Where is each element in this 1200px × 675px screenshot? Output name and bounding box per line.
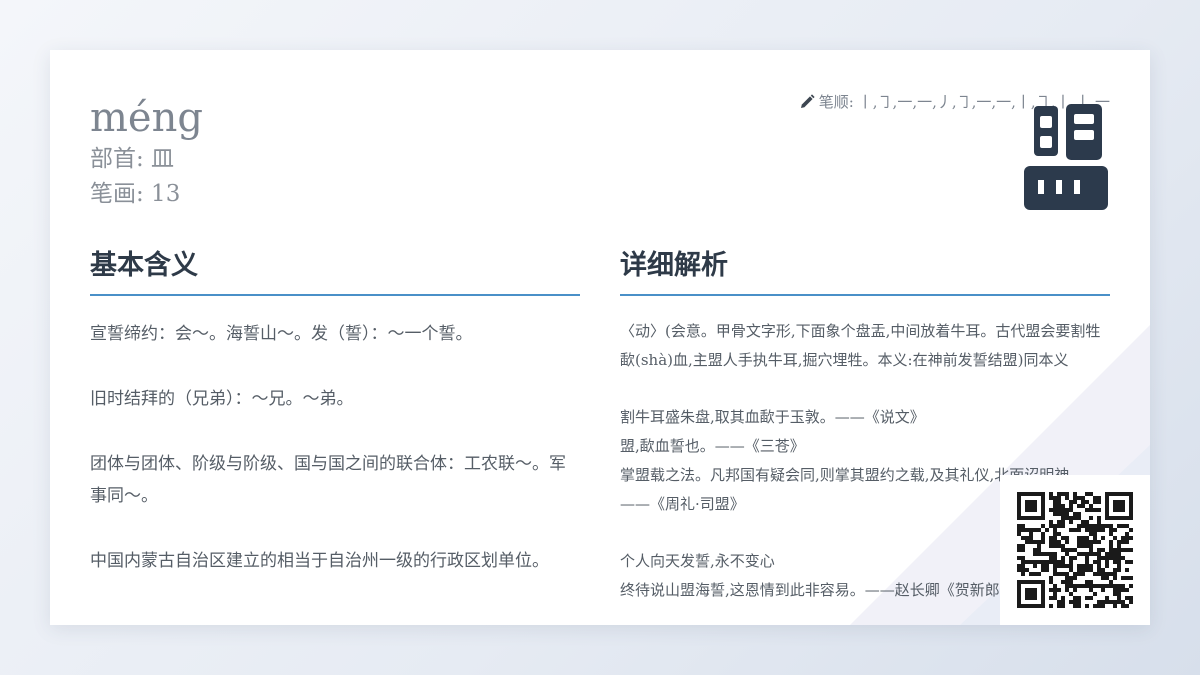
- meaning-item: 宣誓缔约：会～。海誓山～。发（誓）：～一个誓。: [90, 324, 473, 344]
- qr-code[interactable]: [1000, 475, 1150, 625]
- character-card: méng 部首: 皿 笔画: 13 笔顺: 丨,㇆,一,一,丿,㇆,一,一,丨,…: [50, 50, 1150, 625]
- pencil-icon: [800, 93, 815, 108]
- radical-info: 部首: 皿: [90, 146, 175, 172]
- basic-meaning-list: 宣誓缔约：会～。海誓山～。发（誓）：～一个誓。 旧时结拜的（兄弟）：～兄。～弟。…: [90, 318, 580, 577]
- detail-line: 割牛耳盛朱盘,取其血歃于玉敦。——《说文》: [620, 408, 925, 426]
- detailed-analysis-title: 详细解析: [620, 246, 1110, 296]
- stroke-count: 笔画: 13: [90, 181, 181, 207]
- character-header: méng 部首: 皿 笔画: 13: [90, 94, 203, 212]
- detail-line: 〈动〉(会意。甲骨文字形,下面象个盘盂,中间放着牛耳。古代盟会要割牲歃(shà)…: [620, 322, 1101, 369]
- character-glyph: [1024, 104, 1108, 210]
- meaning-item: 旧时结拜的（兄弟）：～兄。～弟。: [90, 389, 354, 409]
- meaning-item: 中国内蒙古自治区建立的相当于自治州一级的行政区划单位。: [90, 551, 549, 571]
- basic-meaning-section: 基本含义 宣誓缔约：会～。海誓山～。发（誓）：～一个誓。 旧时结拜的（兄弟）：～…: [90, 246, 580, 610]
- meaning-item: 团体与团体、阶级与阶级、国与国之间的联合体：工农联～。军事同～。: [90, 454, 566, 506]
- detail-line: 盟,歃血誓也。——《三苍》: [620, 437, 805, 455]
- detail-paragraph: 〈动〉(会意。甲骨文字形,下面象个盘盂,中间放着牛耳。古代盟会要割牲歃(shà)…: [620, 317, 1110, 375]
- qr-code-icon: [1017, 492, 1133, 608]
- pinyin: méng: [90, 95, 203, 141]
- stroke-order-label: 笔顺:: [818, 93, 854, 111]
- basic-meaning-title: 基本含义: [90, 246, 580, 296]
